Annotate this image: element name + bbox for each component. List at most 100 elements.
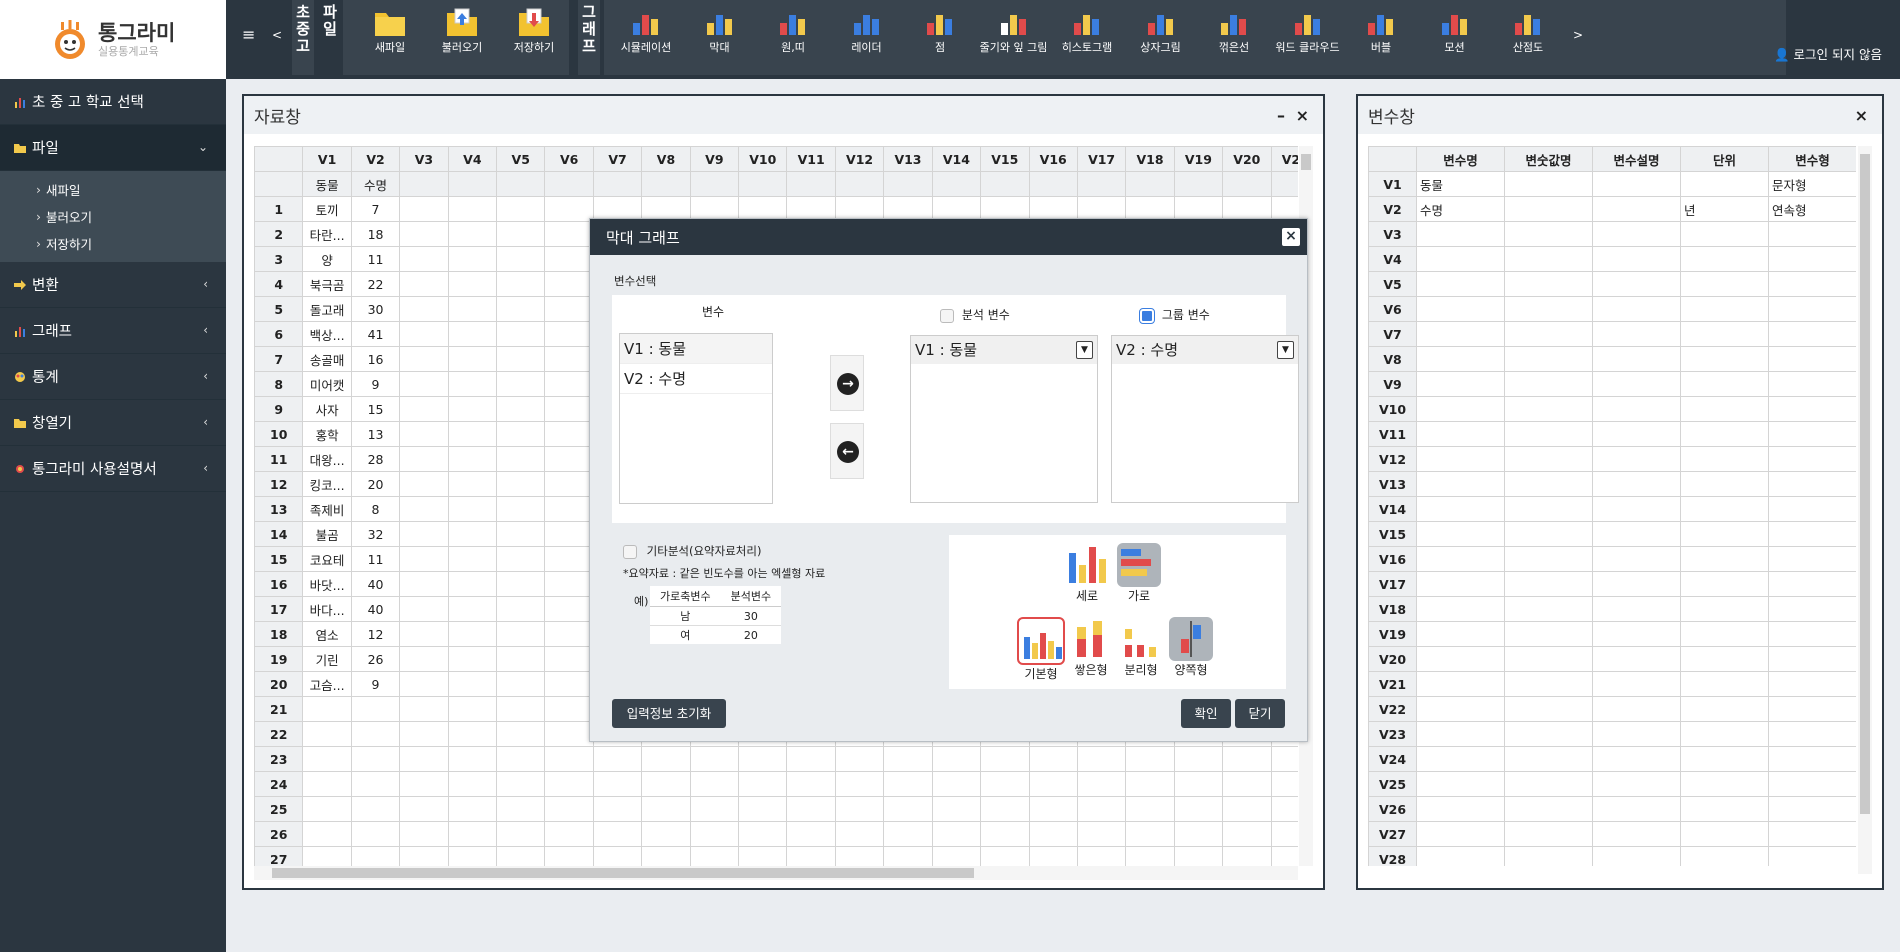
var-cell[interactable] (1680, 171, 1769, 197)
motion-graph-button[interactable]: 모션 (1419, 0, 1491, 75)
var-cell[interactable] (1592, 746, 1681, 772)
bubble-graph-button[interactable]: 버블 (1345, 0, 1417, 75)
data-cell[interactable] (350, 696, 401, 722)
data-cell[interactable] (786, 846, 836, 866)
var-cell[interactable] (1416, 571, 1505, 597)
data-cell[interactable] (399, 496, 449, 522)
data-cell[interactable] (1076, 796, 1127, 822)
data-cell[interactable] (496, 496, 546, 522)
dropdown-arrow-icon[interactable]: ▼ (1277, 341, 1294, 359)
var-cell[interactable] (1504, 371, 1593, 397)
var-cell[interactable] (1504, 246, 1593, 272)
var-cell[interactable] (1768, 496, 1856, 522)
data-cell[interactable] (399, 296, 449, 322)
data-cell[interactable] (1125, 821, 1175, 847)
data-cell[interactable]: 사자 (302, 396, 352, 422)
data-cell[interactable] (1125, 846, 1175, 866)
var-cell[interactable] (1416, 721, 1505, 747)
var-cell[interactable] (1416, 646, 1505, 672)
var-cell[interactable] (1768, 471, 1856, 497)
var-name-cell[interactable] (1173, 171, 1224, 197)
data-cell[interactable] (496, 646, 546, 672)
var-cell[interactable] (1504, 321, 1593, 347)
variable-list[interactable]: V1 : 동물 V2 : 수명 (619, 333, 773, 504)
data-cell[interactable]: 18 (350, 221, 401, 247)
var-cell[interactable] (1680, 446, 1769, 472)
var-cell[interactable] (1680, 621, 1769, 647)
var-cell[interactable] (1592, 521, 1681, 547)
orient-horizontal-option[interactable]: 가로 (1117, 543, 1161, 604)
data-cell[interactable] (399, 421, 449, 447)
var-name-cell[interactable] (1076, 171, 1127, 197)
var-cell[interactable] (1592, 771, 1681, 797)
data-cell[interactable] (883, 821, 933, 847)
data-cell[interactable] (447, 271, 498, 297)
data-cell[interactable] (1125, 746, 1175, 772)
column-header[interactable]: V21 (1270, 146, 1298, 172)
var-cell[interactable] (1504, 546, 1593, 572)
var-cell[interactable]: 문자형 (1768, 171, 1856, 197)
data-cell[interactable] (447, 196, 498, 222)
data-cell[interactable]: 백상... (302, 321, 352, 347)
data-cell[interactable] (447, 371, 498, 397)
data-cell[interactable] (350, 821, 401, 847)
data-cell[interactable] (399, 221, 449, 247)
var-cell[interactable] (1504, 846, 1593, 866)
analysis-var-option[interactable]: 분석 변수 (940, 306, 1010, 323)
data-cell[interactable] (496, 421, 546, 447)
data-cell[interactable] (447, 846, 498, 866)
var-cell[interactable] (1416, 696, 1505, 722)
data-cell[interactable] (592, 846, 643, 866)
var-cell[interactable] (1416, 796, 1505, 822)
data-cell[interactable] (496, 696, 546, 722)
var-cell[interactable] (1680, 596, 1769, 622)
data-cell[interactable] (399, 446, 449, 472)
data-cell[interactable] (496, 246, 546, 272)
group-var-select[interactable]: V2 : 수명 ▼ (1112, 336, 1298, 364)
menu-icon[interactable]: ≡ (242, 25, 255, 44)
var-cell[interactable] (1592, 846, 1681, 866)
data-cell[interactable] (350, 746, 401, 772)
simulation-graph-button[interactable]: 시뮬레이션 (610, 0, 682, 75)
data-cell[interactable] (641, 746, 691, 772)
data-cell[interactable]: 미어캣 (302, 371, 352, 397)
var-cell[interactable] (1768, 771, 1856, 797)
var-cell[interactable] (1592, 471, 1681, 497)
column-header[interactable]: V9 (689, 146, 740, 172)
data-cell[interactable] (496, 446, 546, 472)
var-cell[interactable] (1416, 821, 1505, 847)
data-cell[interactable] (350, 721, 401, 747)
var-name-cell[interactable] (641, 171, 691, 197)
var-name-cell[interactable]: 동물 (302, 171, 352, 197)
data-cell[interactable] (1125, 771, 1175, 797)
data-cell[interactable] (1076, 821, 1127, 847)
column-header[interactable]: V6 (544, 146, 594, 172)
data-cell[interactable] (592, 821, 643, 847)
minimize-icon[interactable]: – (1277, 106, 1285, 125)
sidebar-item-transform[interactable]: 변환 ‹ (0, 262, 226, 308)
data-cell[interactable] (738, 821, 788, 847)
var-cell[interactable] (1680, 396, 1769, 422)
var-cell[interactable] (1592, 171, 1681, 197)
var-cell[interactable] (1592, 696, 1681, 722)
data-cell[interactable] (447, 471, 498, 497)
var-cell[interactable] (1592, 221, 1681, 247)
var-cell[interactable] (1416, 246, 1505, 272)
data-cell[interactable] (544, 546, 594, 572)
var-cell[interactable] (1768, 246, 1856, 272)
data-cell[interactable]: 토끼 (302, 196, 352, 222)
var-cell[interactable] (1504, 396, 1593, 422)
data-cell[interactable]: 32 (350, 521, 401, 547)
var-cell[interactable] (1416, 496, 1505, 522)
var-cell[interactable] (1592, 296, 1681, 322)
var-cell[interactable] (1768, 446, 1856, 472)
list-item[interactable]: V1 : 동물 (620, 334, 772, 364)
var-name-cell[interactable] (1125, 171, 1175, 197)
data-cell[interactable] (980, 846, 1030, 866)
data-cell[interactable] (786, 821, 836, 847)
data-cell[interactable] (496, 396, 546, 422)
var-cell[interactable] (1504, 221, 1593, 247)
data-cell[interactable] (883, 746, 933, 772)
data-cell[interactable] (447, 721, 498, 747)
data-cell[interactable] (883, 771, 933, 797)
